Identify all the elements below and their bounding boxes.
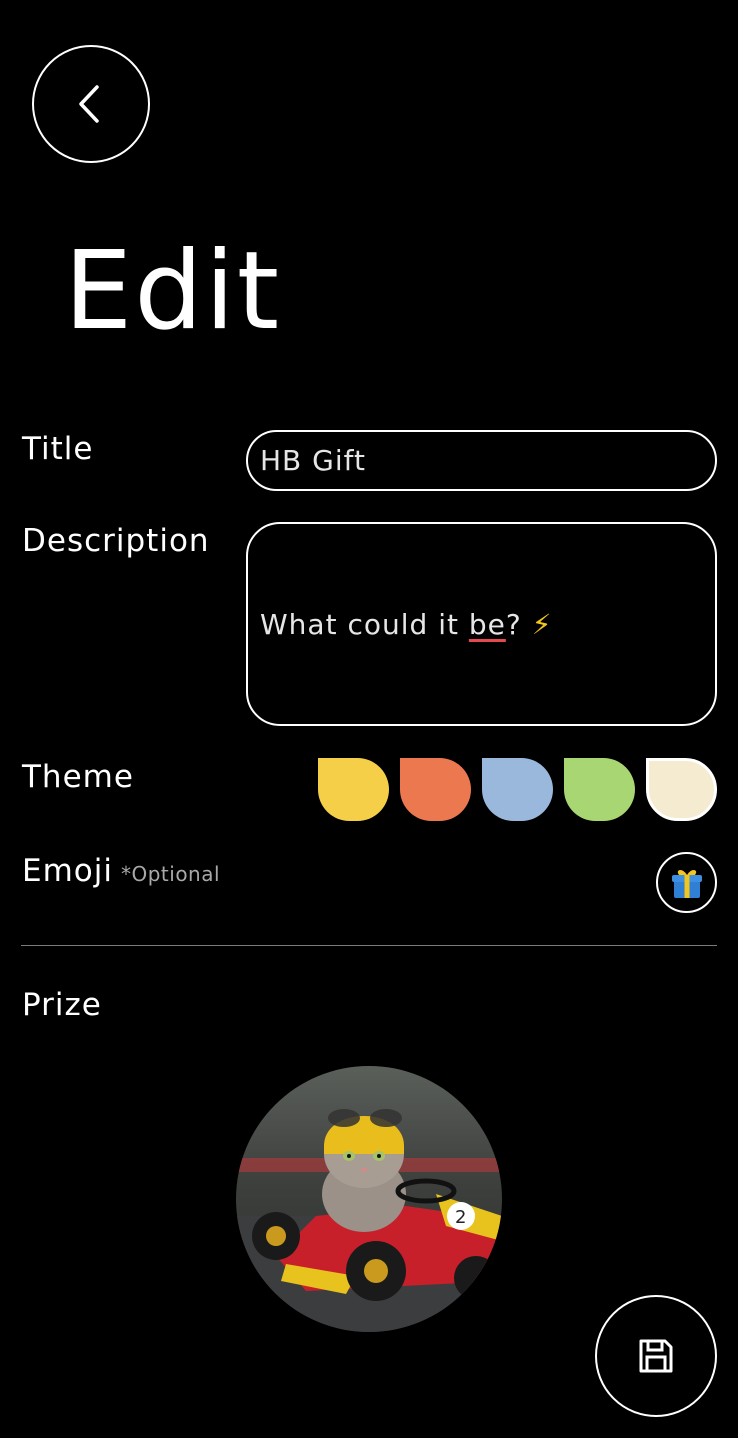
theme-label: Theme xyxy=(22,759,134,795)
prize-label: Prize xyxy=(22,987,102,1023)
emoji-label-row: Emoji *Optional xyxy=(22,853,220,892)
title-label: Title xyxy=(22,431,94,467)
description-value: What could it be? ⚡ xyxy=(260,607,553,641)
prize-image[interactable]: 2 xyxy=(236,1066,502,1332)
emoji-picker-button[interactable] xyxy=(656,852,717,913)
optional-note: *Optional xyxy=(120,862,221,886)
svg-text:2: 2 xyxy=(455,1207,466,1228)
theme-swatch-blue[interactable] xyxy=(482,758,553,821)
description-label: Description xyxy=(22,523,210,559)
theme-swatch-green[interactable] xyxy=(564,758,635,821)
cat-go-kart-photo: 2 xyxy=(236,1066,502,1332)
theme-swatch-yellow[interactable] xyxy=(318,758,389,821)
section-divider xyxy=(21,945,717,946)
floppy-disk-icon xyxy=(639,1339,673,1373)
back-button[interactable] xyxy=(32,45,150,163)
title-input-value: HB Gift xyxy=(260,444,366,477)
emoji-label: Emoji xyxy=(22,853,113,889)
save-button[interactable] xyxy=(595,1295,717,1417)
theme-swatch-cream[interactable] xyxy=(646,758,717,821)
lightning-emoji: ⚡ xyxy=(531,607,553,641)
page-title: Edit xyxy=(64,229,282,354)
gift-icon xyxy=(671,869,702,898)
chevron-left-icon xyxy=(79,85,99,123)
description-textarea[interactable]: What could it be? ⚡ xyxy=(246,522,717,726)
misspelled-word: be xyxy=(468,607,506,641)
theme-swatch-orange[interactable] xyxy=(400,758,471,821)
title-input[interactable]: HB Gift xyxy=(246,430,717,491)
